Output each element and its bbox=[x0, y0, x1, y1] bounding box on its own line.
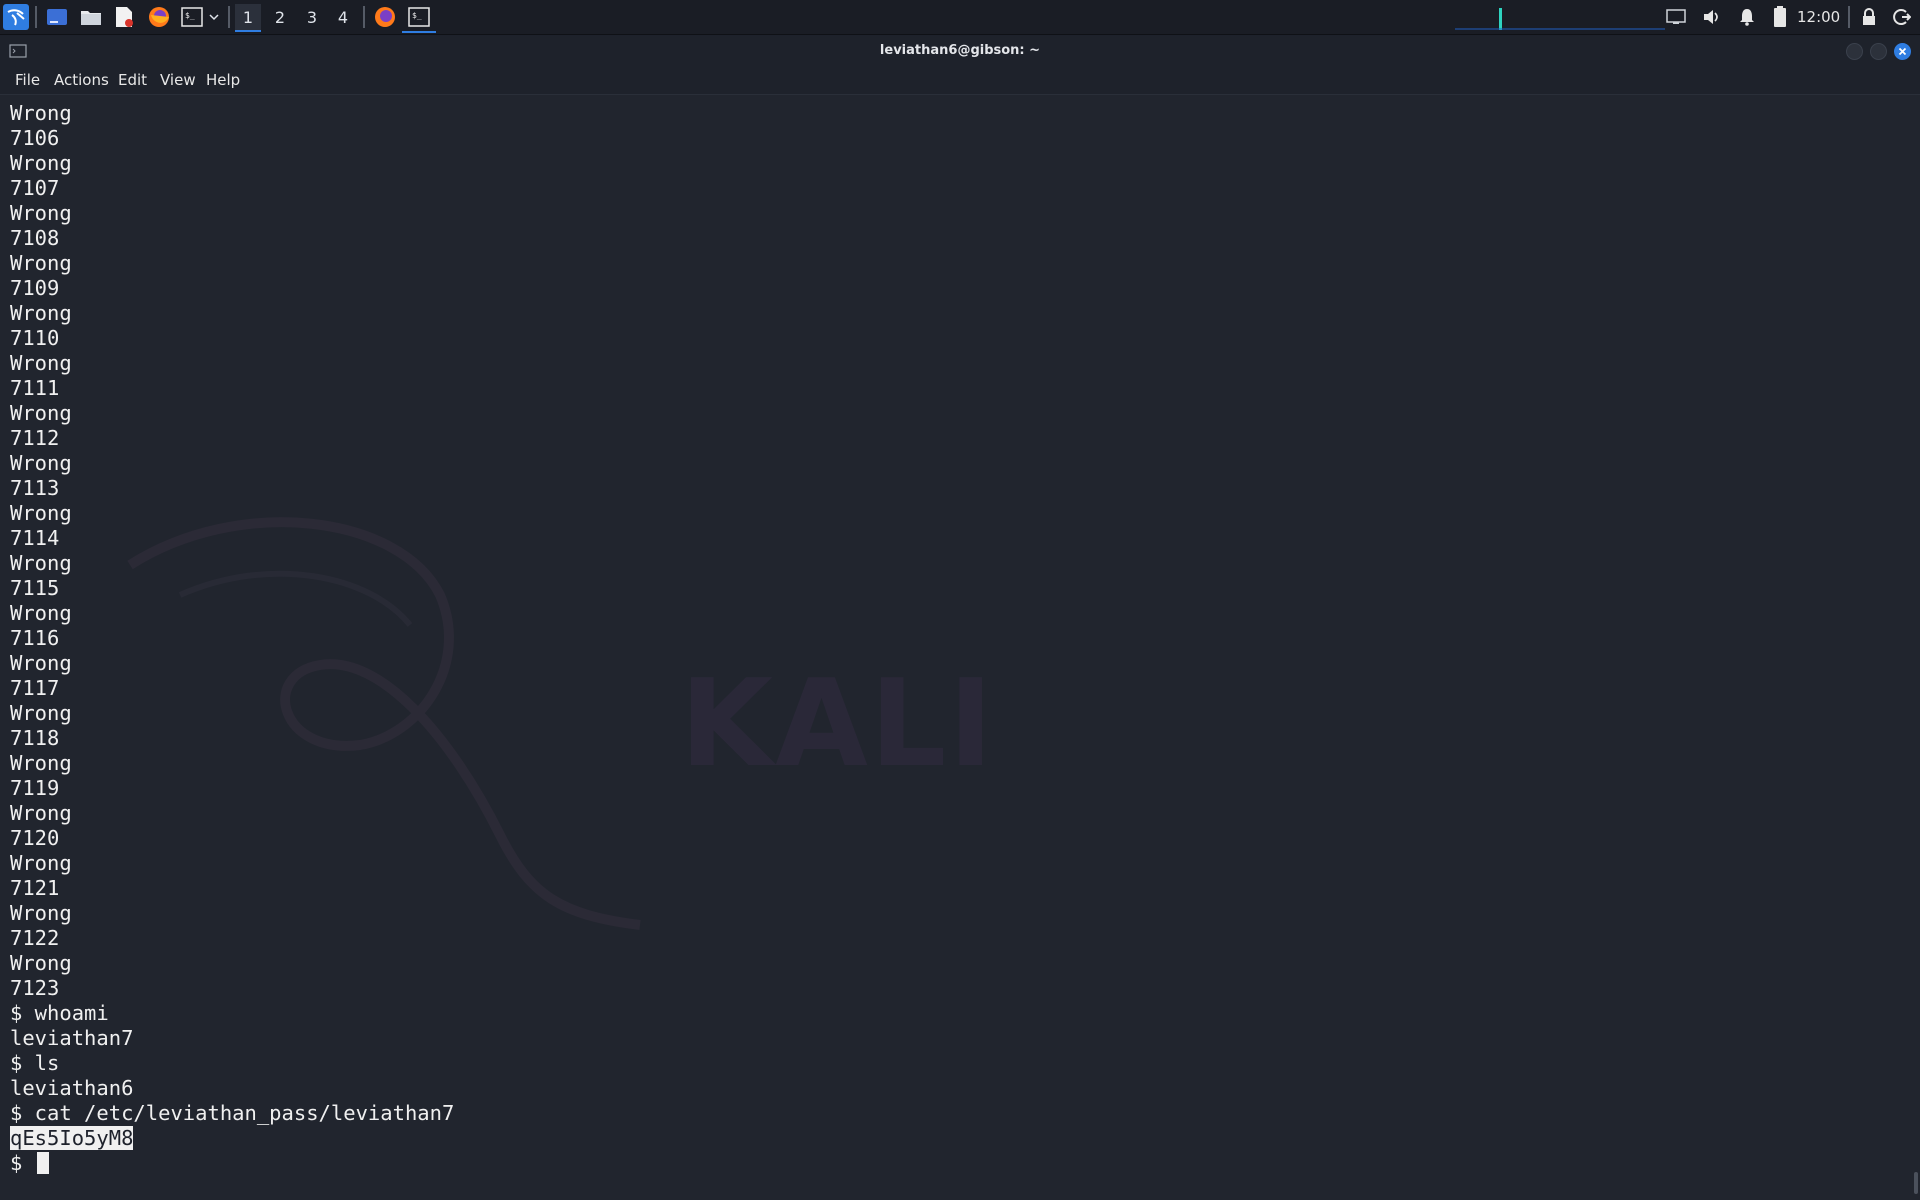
terminal-line: 7118 bbox=[10, 726, 60, 750]
terminal-text: Wrong 7106 Wrong 7107 Wrong 7108 Wrong 7… bbox=[10, 101, 454, 1176]
terminal-prompt: $ bbox=[10, 1151, 35, 1175]
terminal-line: Wrong bbox=[10, 201, 72, 225]
text-cursor bbox=[36, 1152, 49, 1174]
window-title: leviathan6@gibson: ~ bbox=[879, 43, 1041, 58]
terminal-line: Wrong bbox=[10, 851, 72, 875]
menu-edit[interactable]: Edit bbox=[118, 71, 147, 89]
terminal-line: 7109 bbox=[10, 276, 60, 300]
workspace-3[interactable]: 3 bbox=[299, 4, 325, 30]
terminal-line: $ cat /etc/leviathan_pass/leviathan7 bbox=[10, 1101, 455, 1125]
top-panel: $_ 1 2 3 4 $_ 12:00 bbox=[0, 0, 1920, 35]
terminal-line: Wrong bbox=[10, 351, 72, 375]
terminal-line: Wrong bbox=[10, 451, 72, 475]
terminal-line: Wrong bbox=[10, 701, 72, 725]
terminal-line: Wrong bbox=[10, 501, 72, 525]
terminal-line: 7114 bbox=[10, 526, 60, 550]
terminal-line: 7122 bbox=[10, 926, 60, 950]
terminal-line: leviathan7 bbox=[10, 1026, 134, 1050]
menu-view[interactable]: View bbox=[160, 71, 196, 89]
workspace-2[interactable]: 2 bbox=[267, 4, 293, 30]
display-icon[interactable] bbox=[1664, 4, 1688, 30]
menubar: File Actions Edit View Help bbox=[0, 66, 1920, 95]
terminal-line: 7111 bbox=[10, 376, 60, 400]
workspace-1[interactable]: 1 bbox=[235, 4, 261, 32]
notifications-bell-icon[interactable] bbox=[1736, 4, 1758, 30]
terminal-history: Wrong 7106 Wrong 7107 Wrong 7108 Wrong 7… bbox=[10, 101, 454, 1125]
firefox-icon[interactable] bbox=[146, 4, 172, 30]
svg-text:$_: $_ bbox=[412, 11, 422, 20]
terminal-line: Wrong bbox=[10, 801, 72, 825]
terminal-line: Wrong bbox=[10, 601, 72, 625]
menu-file[interactable]: File bbox=[15, 71, 40, 89]
menu-actions[interactable]: Actions bbox=[54, 71, 109, 89]
taskbar-terminal-icon[interactable]: $_ bbox=[402, 3, 436, 33]
terminal-line: 7119 bbox=[10, 776, 60, 800]
lock-screen-icon[interactable] bbox=[1858, 4, 1880, 30]
terminal-line: Wrong bbox=[10, 401, 72, 425]
volume-icon[interactable] bbox=[1700, 4, 1724, 30]
terminal-line: $ whoami bbox=[10, 1001, 109, 1025]
scrollbar[interactable] bbox=[1914, 1172, 1918, 1194]
text-editor-icon[interactable] bbox=[112, 4, 136, 30]
terminal-line: Wrong bbox=[10, 751, 72, 775]
terminal-line: Wrong bbox=[10, 651, 72, 675]
logout-icon[interactable] bbox=[1891, 4, 1913, 30]
close-icon bbox=[1898, 47, 1907, 56]
show-desktop-icon[interactable] bbox=[44, 4, 70, 30]
terminal-line: Wrong bbox=[10, 901, 72, 925]
terminal-window: leviathan6@gibson: ~ File Actions Edit V… bbox=[0, 36, 1920, 1200]
chevron-down-icon[interactable] bbox=[207, 4, 221, 30]
terminal-line: 7120 bbox=[10, 826, 60, 850]
clock[interactable]: 12:00 bbox=[1797, 8, 1840, 26]
maximize-button[interactable] bbox=[1870, 43, 1887, 60]
terminal-line: Wrong bbox=[10, 551, 72, 575]
svg-text:$_: $_ bbox=[185, 11, 195, 20]
terminal-line: Wrong bbox=[10, 951, 72, 975]
selected-password-output[interactable]: qEs5Io5yM8 bbox=[10, 1126, 134, 1150]
terminal-line: $ ls bbox=[10, 1051, 60, 1075]
menu-help[interactable]: Help bbox=[206, 71, 240, 89]
terminal-output-area[interactable]: KALI Wrong 7106 Wrong 7107 Wrong 7108 Wr… bbox=[0, 95, 1920, 1200]
file-manager-icon[interactable] bbox=[78, 4, 104, 30]
terminal-line: 7110 bbox=[10, 326, 60, 350]
terminal-line: leviathan6 bbox=[10, 1076, 134, 1100]
terminal-line: 7116 bbox=[10, 626, 60, 650]
cpu-graph bbox=[1455, 4, 1665, 30]
terminal-line: Wrong bbox=[10, 251, 72, 275]
terminal-line: Wrong bbox=[10, 151, 72, 175]
terminal-line: 7108 bbox=[10, 226, 60, 250]
close-button[interactable] bbox=[1894, 43, 1911, 60]
terminal-launcher-icon[interactable]: $_ bbox=[180, 4, 204, 30]
taskbar-firefox-icon[interactable] bbox=[368, 3, 402, 31]
terminal-line: Wrong bbox=[10, 301, 72, 325]
terminal-line: 7123 bbox=[10, 976, 60, 1000]
kali-watermark: KALI bbox=[680, 655, 995, 794]
terminal-line: 7113 bbox=[10, 476, 60, 500]
terminal-line: 7117 bbox=[10, 676, 60, 700]
terminal-window-icon bbox=[8, 42, 28, 60]
terminal-line: Wrong bbox=[10, 101, 72, 125]
workspace-4[interactable]: 4 bbox=[330, 4, 356, 30]
terminal-line: 7112 bbox=[10, 426, 60, 450]
window-titlebar[interactable]: leviathan6@gibson: ~ bbox=[0, 36, 1920, 66]
battery-icon[interactable] bbox=[1770, 4, 1790, 30]
kali-menu-icon[interactable] bbox=[2, 4, 30, 30]
terminal-line: 7115 bbox=[10, 576, 60, 600]
terminal-line: 7121 bbox=[10, 876, 60, 900]
minimize-button[interactable] bbox=[1846, 43, 1863, 60]
terminal-line: 7107 bbox=[10, 176, 60, 200]
terminal-line: 7106 bbox=[10, 126, 60, 150]
